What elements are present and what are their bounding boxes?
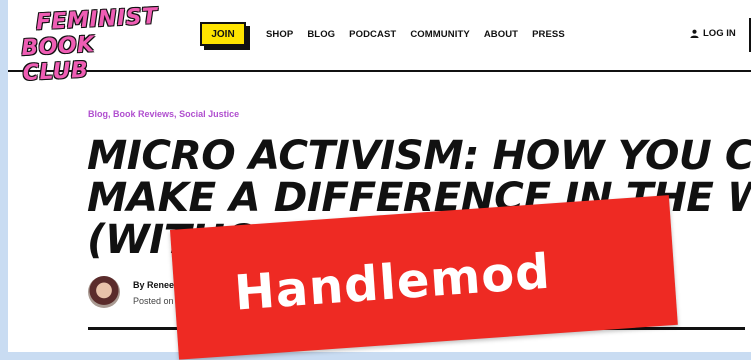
nav-blog[interactable]: BLOG — [307, 29, 335, 40]
post-categories: Blog, Book Reviews, Social Justice — [88, 109, 239, 119]
author-avatar[interactable] — [88, 276, 120, 308]
nav-about[interactable]: ABOUT — [484, 29, 518, 40]
category-book-reviews[interactable]: Book Reviews — [113, 109, 174, 119]
user-icon — [690, 29, 699, 38]
author-byline[interactable]: By Renee — [133, 280, 174, 290]
nav-shop[interactable]: SHOP — [266, 29, 293, 40]
title-line: MICRO ACTIVISM: HOW YOU CAN — [87, 131, 751, 179]
post-date: Posted on — [133, 296, 174, 306]
nav-press[interactable]: PRESS — [532, 29, 565, 40]
login-link[interactable]: LOG IN — [690, 28, 736, 39]
nav-community[interactable]: COMMUNITY — [410, 29, 469, 40]
login-label: LOG IN — [703, 28, 736, 39]
site-logo[interactable]: FEMINIST BOOK CLUB — [21, 4, 158, 86]
nav-podcast[interactable]: PODCAST — [349, 29, 396, 40]
main-nav: SHOP BLOG PODCAST COMMUNITY ABOUT PRESS — [266, 29, 579, 40]
overlay-stamp-text: Handlemod — [232, 243, 553, 322]
category-blog[interactable]: Blog — [88, 109, 108, 119]
site-header: FEMINIST BOOK CLUB JOIN SHOP BLOG PODCAS… — [8, 0, 751, 86]
logo-line-2: BOOK CLUB — [20, 32, 96, 87]
join-button-wrap: JOIN — [200, 22, 250, 50]
join-button[interactable]: JOIN — [200, 22, 246, 46]
category-social-justice[interactable]: Social Justice — [179, 109, 239, 119]
